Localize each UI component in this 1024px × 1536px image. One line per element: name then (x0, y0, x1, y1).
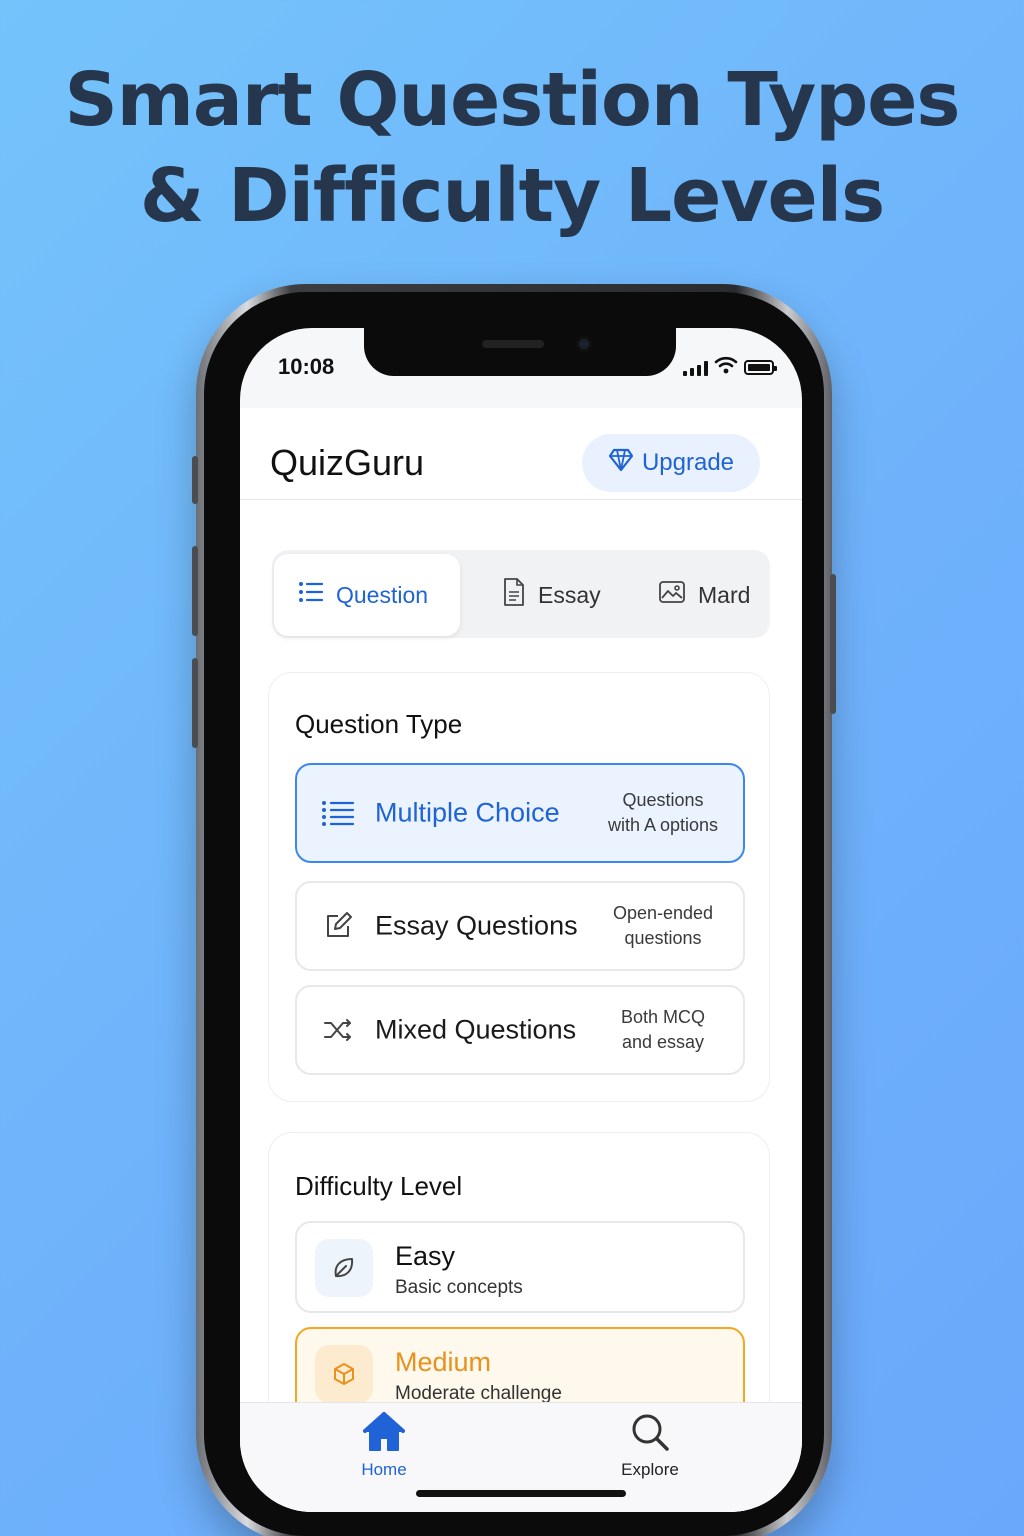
phone-power-button (830, 574, 836, 714)
level-easy[interactable]: Easy Basic concepts (295, 1221, 745, 1313)
nav-home-label: Home (361, 1460, 407, 1479)
option-mixed-questions[interactable]: Mixed Questions Both MCQ and essay (295, 985, 745, 1075)
phone-volume-up (192, 546, 198, 636)
headline-line-1: Smart Question Types (64, 57, 961, 143)
option-essay-questions[interactable]: Essay Questions Open-ended questions (295, 881, 745, 971)
desc-line-2: with A options (607, 815, 719, 835)
signal-icon (683, 360, 708, 376)
question-type-title: Question Type (295, 709, 463, 739)
nav-explore-label: Explore (621, 1460, 679, 1479)
phone-volume-down (192, 658, 198, 748)
upgrade-label: Upgrade (641, 449, 735, 476)
tab-question-label: Question (336, 581, 429, 608)
option-multiple-choice-label: Multiple Choice (375, 797, 560, 828)
search-icon (629, 1411, 671, 1458)
desc-line-2: and essay (621, 1032, 705, 1052)
app-header: QuizGuru Upgrade (240, 408, 802, 500)
status-icons (683, 356, 777, 379)
desc-line-1: Open-ended (612, 903, 714, 923)
leaf-icon (315, 1239, 373, 1297)
list-icon (298, 580, 324, 610)
phone-frame: QuizGuru Upgrade 10:08 Question Essay Ma… (192, 284, 836, 1536)
option-mixed-questions-label: Mixed Questions (375, 1014, 577, 1045)
nav-explore[interactable]: Explore (590, 1411, 710, 1480)
home-indicator (416, 1490, 626, 1497)
tab-essay-label: Essay (538, 581, 601, 608)
level-medium-name: Medium (395, 1347, 492, 1377)
notch (364, 328, 676, 376)
wifi-icon (714, 356, 738, 379)
upgrade-button[interactable]: Upgrade (582, 434, 760, 492)
headline: Smart Question Types & Difficulty Levels (0, 52, 1024, 244)
headline-line-2: & Difficulty Levels (139, 153, 885, 239)
option-multiple-choice[interactable]: Multiple Choice Questions with A options (295, 763, 745, 863)
phone-bezel: QuizGuru Upgrade 10:08 Question Essay Ma… (204, 292, 824, 1536)
cube-icon (315, 1345, 373, 1403)
desc-line-2: questions (624, 928, 702, 948)
question-type-card: Question Type Multiple Choice Questions … (268, 672, 770, 1102)
tab-mard[interactable]: Mard (658, 554, 750, 636)
app-title: QuizGuru (270, 442, 425, 483)
tab-mard-label: Mard (698, 581, 751, 608)
option-essay-questions-label: Essay Questions (375, 910, 578, 941)
phone-silent-switch (192, 456, 198, 504)
tab-question[interactable]: Question (274, 554, 460, 636)
edit-icon (321, 909, 355, 943)
desc-line-1: Both MCQ (620, 1007, 706, 1027)
list-icon (321, 796, 355, 830)
front-camera (576, 336, 592, 352)
shuffle-icon (321, 1013, 355, 1047)
phone-screen: QuizGuru Upgrade 10:08 Question Essay Ma… (240, 328, 802, 1512)
desc-line-1: Questions (622, 790, 704, 810)
battery-icon (744, 360, 777, 375)
difficulty-title: Difficulty Level (295, 1171, 463, 1201)
level-easy-desc: Basic concepts (395, 1277, 523, 1298)
option-essay-questions-desc: Open-ended questions (599, 901, 727, 951)
home-icon (362, 1411, 406, 1458)
tab-essay[interactable]: Essay (502, 554, 601, 636)
speaker (482, 340, 544, 348)
image-icon (658, 580, 686, 610)
option-multiple-choice-desc: Questions with A options (599, 788, 727, 838)
mode-tabs: Question Essay Mard (272, 550, 770, 638)
diamond-icon (608, 448, 634, 479)
level-easy-name: Easy (395, 1241, 456, 1271)
option-mixed-questions-desc: Both MCQ and essay (599, 1005, 727, 1055)
nav-home[interactable]: Home (324, 1411, 444, 1480)
document-icon (502, 577, 526, 613)
status-time: 10:08 (278, 354, 335, 379)
